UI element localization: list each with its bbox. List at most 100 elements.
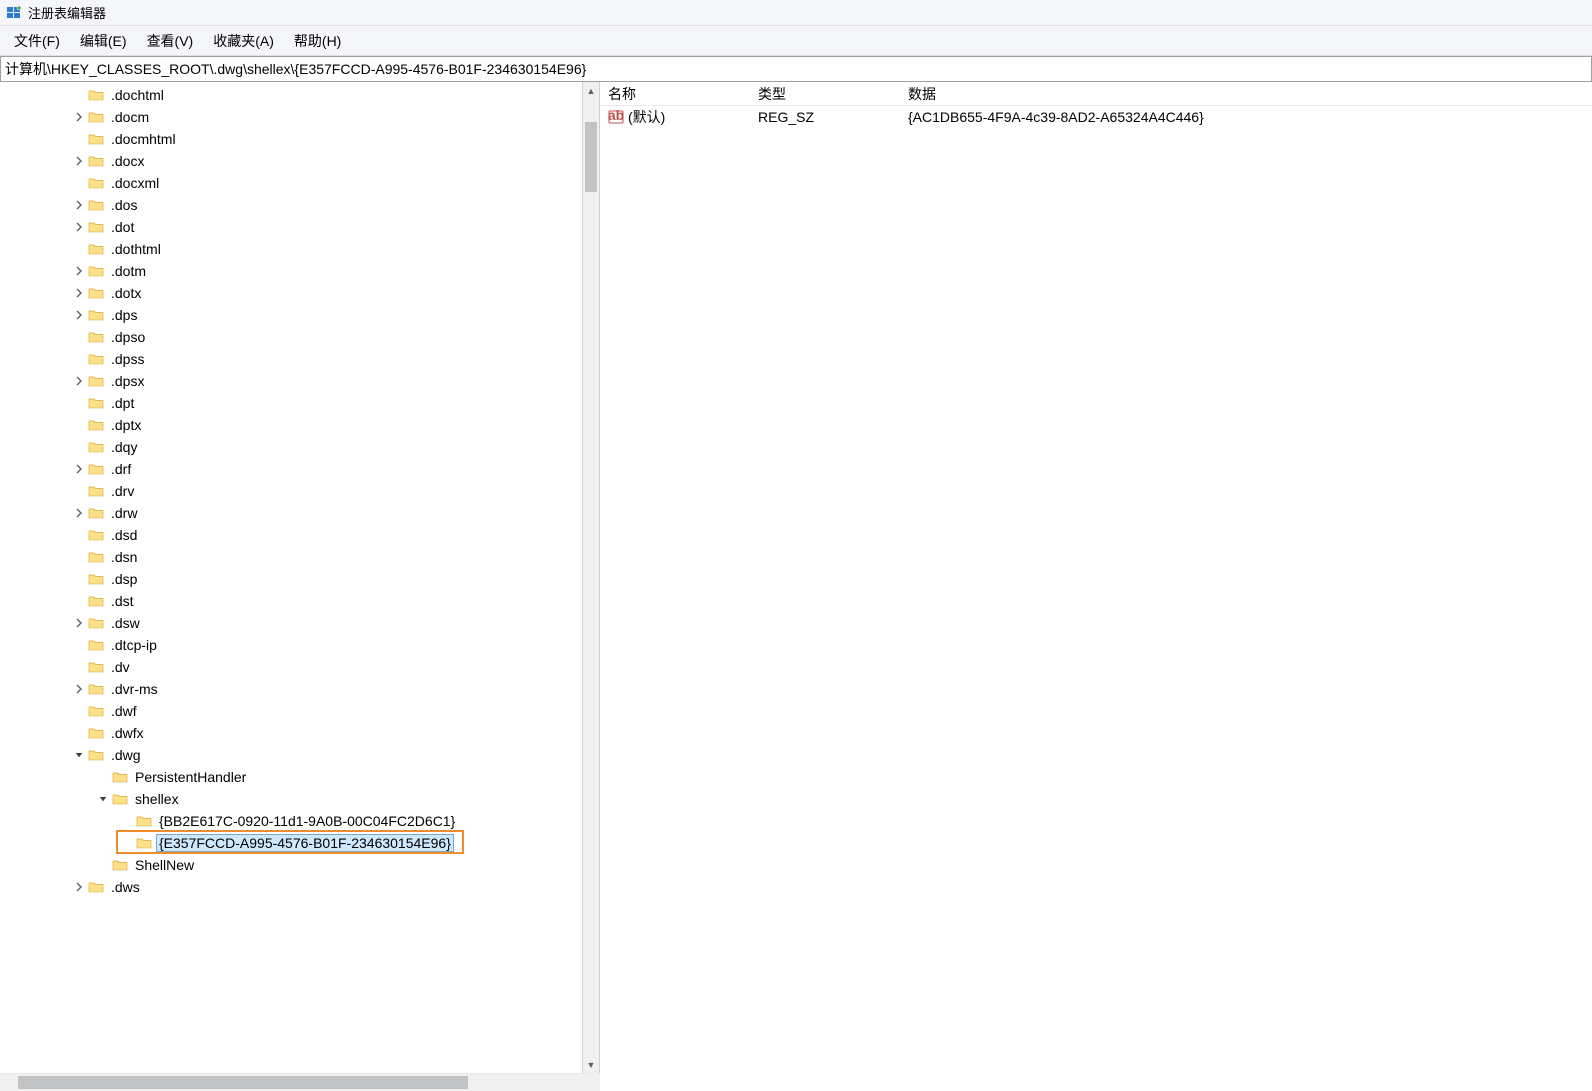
tree-indent [0,832,120,854]
chevron-down-icon[interactable] [72,748,86,762]
folder-icon [88,726,104,740]
tree-item[interactable]: .dsn [0,546,582,568]
value-name-cell: ab(默认) [600,106,750,128]
col-name[interactable]: 名称 [600,82,750,106]
chevron-right-icon[interactable] [72,220,86,234]
tree-item[interactable]: .dptx [0,414,582,436]
tree-indent [0,458,72,480]
tree-item[interactable]: .dst [0,590,582,612]
tree-item-label: .dv [108,658,133,676]
tree-item[interactable]: .dws [0,876,582,898]
tree-indent [0,106,72,128]
tree-item[interactable]: .dwf [0,700,582,722]
value-type-cell: REG_SZ [750,108,900,126]
tree-item[interactable]: shellex [0,788,582,810]
chevron-right-icon[interactable] [72,110,86,124]
tree-item-label: .dotm [108,262,149,280]
chevron-right-icon[interactable] [72,308,86,322]
tree-indent [0,524,72,546]
tree-item[interactable]: .drw [0,502,582,524]
chevron-right-icon[interactable] [72,264,86,278]
tree-item-label: .dps [108,306,140,324]
chevron-right-icon[interactable] [72,154,86,168]
folder-icon [88,418,104,432]
tree-item[interactable]: .dsp [0,568,582,590]
tree-item[interactable]: .dos [0,194,582,216]
chevron-right-icon[interactable] [72,682,86,696]
chevron-right-icon[interactable] [72,506,86,520]
folder-icon [88,462,104,476]
tree-item[interactable]: .dot [0,216,582,238]
tree-item[interactable]: .docx [0,150,582,172]
tree-item[interactable]: .dv [0,656,582,678]
tree-item[interactable]: .dsd [0,524,582,546]
horizontal-scrollbar[interactable] [0,1073,600,1091]
chevron-right-icon[interactable] [72,374,86,388]
tree-item[interactable]: .dsw [0,612,582,634]
tree-item[interactable]: .dotx [0,282,582,304]
scroll-down-arrow-icon[interactable]: ▼ [583,1056,599,1073]
tree-item[interactable]: .dpss [0,348,582,370]
scroll-thumb[interactable] [585,122,597,192]
tree-indent [0,634,72,656]
menu-file[interactable]: 文件(F) [4,28,70,54]
value-row[interactable]: ab(默认)REG_SZ{AC1DB655-4F9A-4c39-8AD2-A65… [600,106,1592,128]
tree-item[interactable]: .dps [0,304,582,326]
tree-item[interactable]: PersistentHandler [0,766,582,788]
tree-item[interactable]: .dqy [0,436,582,458]
hscroll-thumb[interactable] [18,1076,468,1089]
chevron-right-icon[interactable] [72,880,86,894]
folder-icon [88,396,104,410]
tree-item-label: .dpsx [108,372,147,390]
tree-item[interactable]: .dpsx [0,370,582,392]
tree-item[interactable]: .docxml [0,172,582,194]
tree-item[interactable]: .dwg [0,744,582,766]
tree-item-label: .dvr-ms [108,680,161,698]
svg-text:ab: ab [608,109,624,123]
menu-edit[interactable]: 编辑(E) [70,28,137,54]
menu-help[interactable]: 帮助(H) [284,28,351,54]
tree-item[interactable]: .dochtml [0,84,582,106]
chevron-right-icon[interactable] [72,198,86,212]
vertical-scrollbar[interactable]: ▲ ▼ [582,82,599,1073]
menu-view[interactable]: 查看(V) [137,28,204,54]
tree-item[interactable]: {E357FCCD-A995-4576-B01F-234630154E96} [0,832,582,854]
tree-item[interactable]: .docm [0,106,582,128]
scroll-up-arrow-icon[interactable]: ▲ [583,82,599,99]
folder-icon [88,374,104,388]
tree-indent [0,282,72,304]
tree-item[interactable]: .drf [0,458,582,480]
tree-item[interactable]: ShellNew [0,854,582,876]
tree-item[interactable]: {BB2E617C-0920-11d1-9A0B-00C04FC2D6C1} [0,810,582,832]
col-type[interactable]: 类型 [750,82,900,106]
tree-item-label: .drv [108,482,137,500]
tree-item[interactable]: .drv [0,480,582,502]
tree-item[interactable]: .dpso [0,326,582,348]
tree-item[interactable]: .docmhtml [0,128,582,150]
address-bar[interactable]: 计算机\HKEY_CLASSES_ROOT\.dwg\shellex\{E357… [0,56,1592,82]
folder-icon [88,506,104,520]
chevron-right-icon[interactable] [72,462,86,476]
tree-indent [0,480,72,502]
tree-item[interactable]: .dpt [0,392,582,414]
tree-item[interactable]: .dothtml [0,238,582,260]
tree-item[interactable]: .dvr-ms [0,678,582,700]
chevron-right-icon[interactable] [72,616,86,630]
tree-item-label: shellex [132,790,182,808]
tree-item[interactable]: .dwfx [0,722,582,744]
tree-item-label: .dpso [108,328,148,346]
folder-icon [88,132,104,146]
folder-icon [136,836,152,850]
folder-icon [88,110,104,124]
col-data[interactable]: 数据 [900,82,1500,106]
chevron-right-icon[interactable] [72,286,86,300]
chevron-down-icon[interactable] [96,792,110,806]
folder-icon [88,330,104,344]
menu-favorites[interactable]: 收藏夹(A) [203,28,284,54]
tree-item[interactable]: .dtcp-ip [0,634,582,656]
menu-bar: 文件(F) 编辑(E) 查看(V) 收藏夹(A) 帮助(H) [0,26,1592,56]
tree-item[interactable]: .dotm [0,260,582,282]
tree-indent [0,612,72,634]
tree-indent [0,502,72,524]
tree-indent [0,546,72,568]
